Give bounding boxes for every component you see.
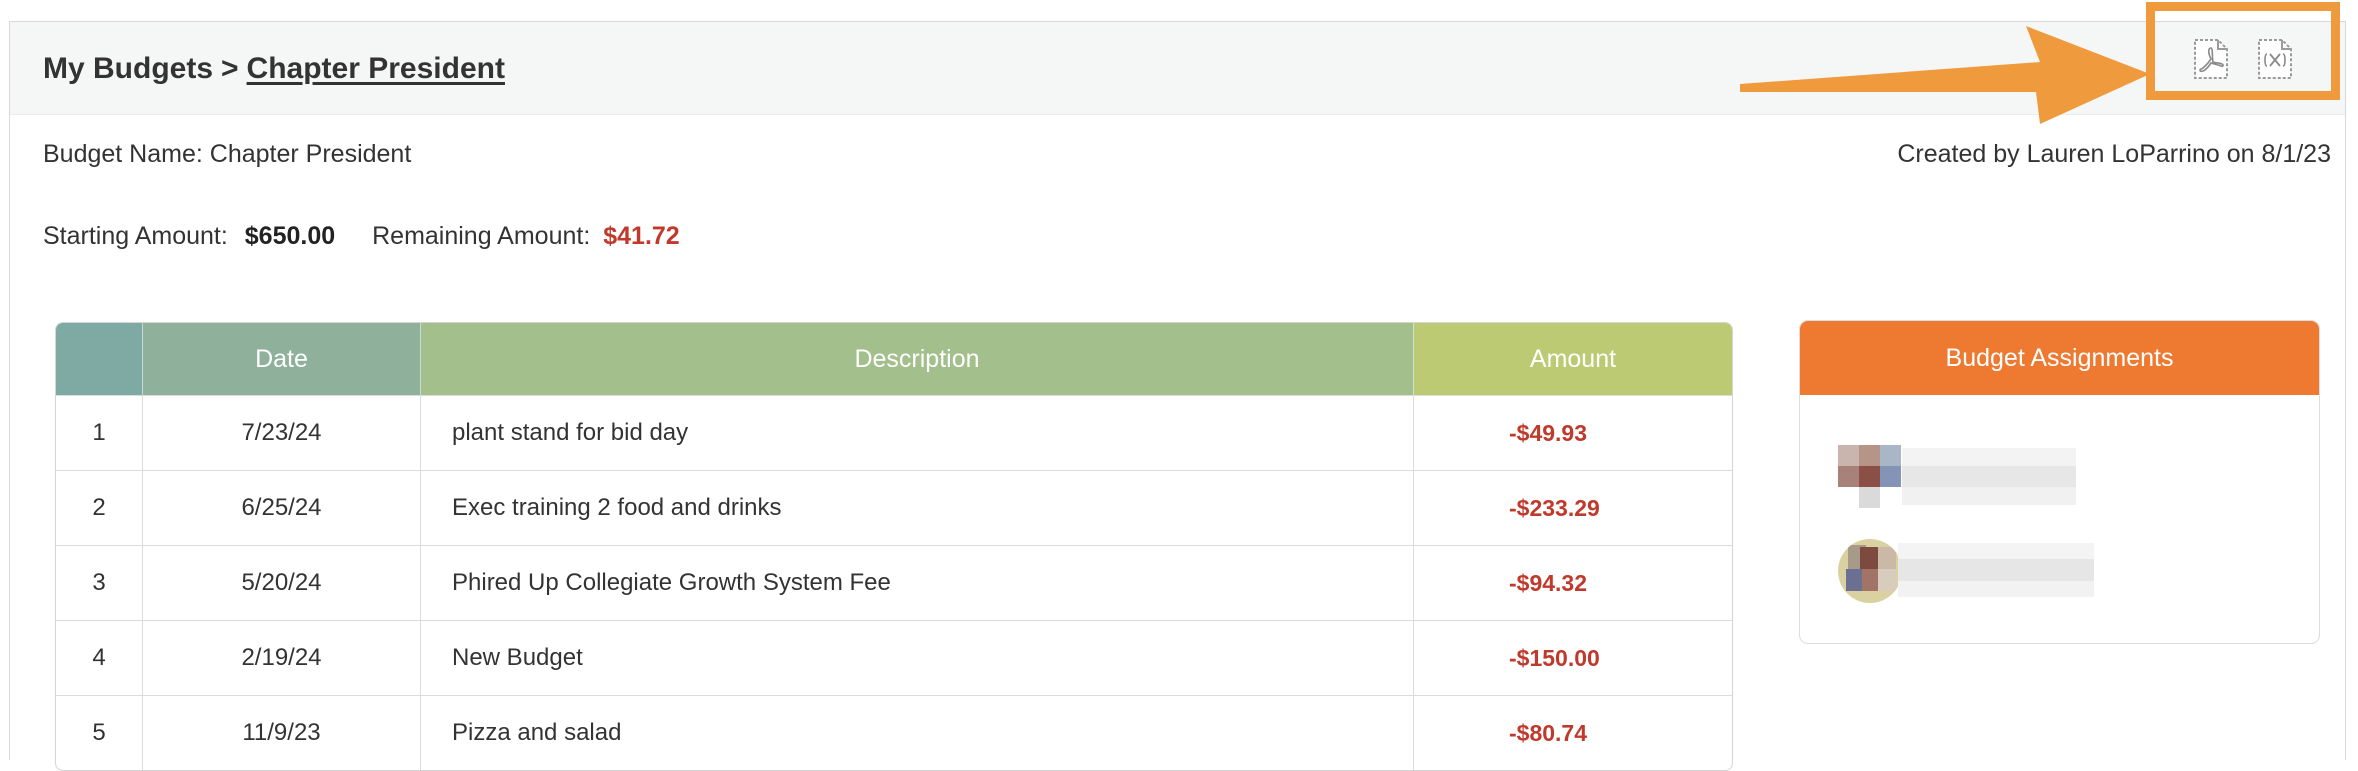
row-amount: -$233.29 bbox=[1413, 470, 1732, 546]
breadcrumb-separator: > bbox=[221, 52, 239, 85]
budget-assignments-panel: Budget Assignments bbox=[1799, 320, 2320, 644]
row-index: 3 bbox=[56, 545, 143, 621]
budget-name-label: Budget Name: bbox=[43, 140, 203, 168]
starting-amount-value: $650.00 bbox=[244, 222, 336, 250]
remaining-amount-value: $41.72 bbox=[603, 222, 680, 250]
table-header-row: Date Description Amount bbox=[56, 323, 1732, 396]
table-row[interactable]: 3 5/20/24 Phired Up Collegiate Growth Sy… bbox=[56, 545, 1732, 621]
remaining-amount-label: Remaining Amount: bbox=[372, 222, 591, 250]
row-date: 2/19/24 bbox=[142, 620, 421, 696]
export-highlight-box bbox=[2146, 2, 2340, 100]
budget-name-value: Chapter President bbox=[209, 140, 412, 168]
assignee-item[interactable] bbox=[1838, 445, 2078, 509]
header-description[interactable]: Description bbox=[420, 323, 1414, 396]
created-by-text: Created by Lauren LoParrino on 8/1/23 bbox=[1897, 140, 2331, 168]
row-amount: -$80.74 bbox=[1413, 695, 1732, 770]
budget-name-row: Budget Name: Chapter President bbox=[43, 140, 411, 169]
row-date: 11/9/23 bbox=[142, 695, 421, 770]
table-row[interactable]: 4 2/19/24 New Budget -$150.00 bbox=[56, 620, 1732, 696]
row-index: 4 bbox=[56, 620, 143, 696]
excel-file-icon[interactable] bbox=[2256, 38, 2294, 80]
row-description: Phired Up Collegiate Growth System Fee bbox=[420, 545, 1414, 621]
header-index bbox=[56, 323, 143, 396]
starting-amount-label: Starting Amount: bbox=[43, 222, 228, 250]
row-amount: -$94.32 bbox=[1413, 545, 1732, 621]
budget-assignments-title: Budget Assignments bbox=[1800, 321, 2319, 395]
table-row[interactable]: 2 6/25/24 Exec training 2 food and drink… bbox=[56, 470, 1732, 546]
row-date: 5/20/24 bbox=[142, 545, 421, 621]
avatar bbox=[1838, 539, 1902, 603]
row-description: Exec training 2 food and drinks bbox=[420, 470, 1414, 546]
breadcrumb-root[interactable]: My Budgets bbox=[43, 52, 213, 85]
assignee-name-redacted bbox=[1902, 448, 2076, 505]
header-amount[interactable]: Amount bbox=[1413, 323, 1732, 396]
breadcrumb-current[interactable]: Chapter President bbox=[247, 52, 505, 85]
amount-summary: Starting Amount: $650.00 Remaining Amoun… bbox=[43, 222, 680, 251]
row-date: 7/23/24 bbox=[142, 395, 421, 471]
header-date[interactable]: Date bbox=[142, 323, 421, 396]
row-index: 2 bbox=[56, 470, 143, 546]
breadcrumb: My Budgets > Chapter President bbox=[43, 52, 505, 86]
assignee-item[interactable] bbox=[1838, 539, 2098, 603]
avatar bbox=[1838, 445, 1902, 509]
row-date: 6/25/24 bbox=[142, 470, 421, 546]
row-index: 1 bbox=[56, 395, 143, 471]
row-amount: -$150.00 bbox=[1413, 620, 1732, 696]
pdf-file-icon[interactable] bbox=[2192, 38, 2230, 80]
row-description: New Budget bbox=[420, 620, 1414, 696]
row-amount: -$49.93 bbox=[1413, 395, 1732, 471]
row-description: Pizza and salad bbox=[420, 695, 1414, 770]
expense-table: Date Description Amount 1 7/23/24 plant … bbox=[55, 322, 1733, 771]
assignee-name-redacted bbox=[1898, 543, 2094, 597]
table-row[interactable]: 5 11/9/23 Pizza and salad -$80.74 bbox=[56, 695, 1732, 770]
row-index: 5 bbox=[56, 695, 143, 770]
annotation-arrow-icon bbox=[1740, 26, 2150, 124]
table-row[interactable]: 1 7/23/24 plant stand for bid day -$49.9… bbox=[56, 395, 1732, 471]
row-description: plant stand for bid day bbox=[420, 395, 1414, 471]
